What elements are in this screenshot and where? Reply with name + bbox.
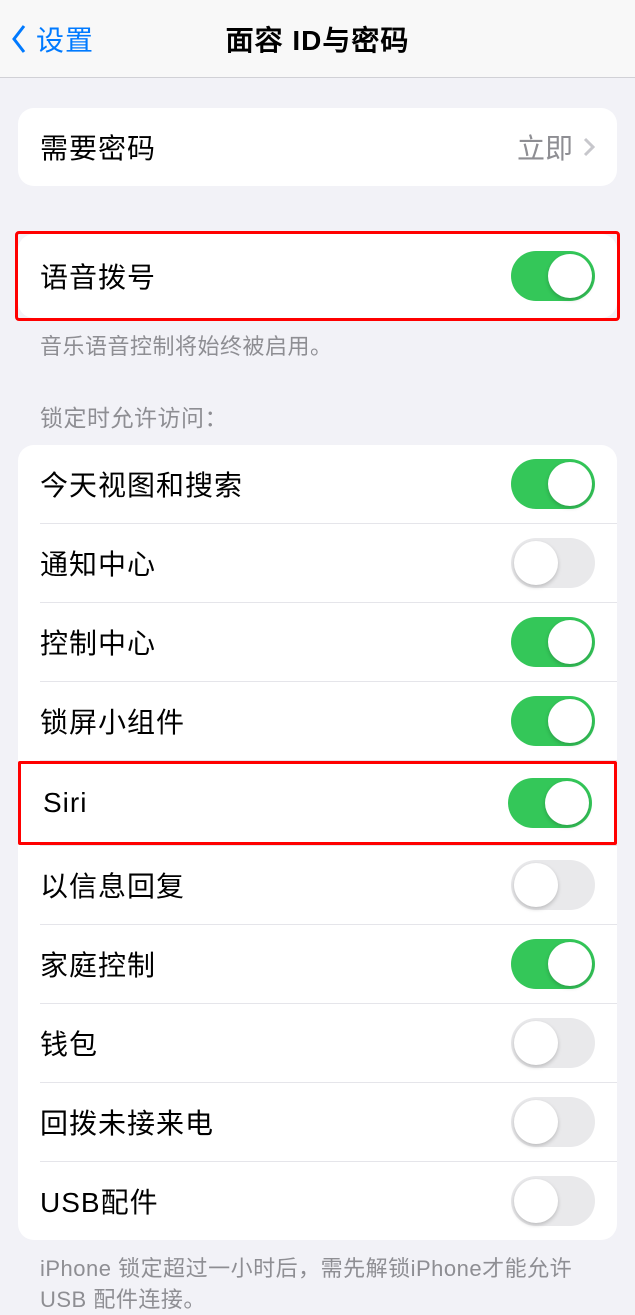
toggle-knob [548,942,592,986]
lock-access-row: 控制中心 [18,603,617,681]
toggle-knob [545,781,589,825]
voice-dial-toggle[interactable] [511,251,595,301]
voice-dial-row: 语音拨号 [18,234,617,318]
lock-access-row: 家庭控制 [18,925,617,1003]
lock-access-row: 回拨未接来电 [18,1083,617,1161]
toggle-knob [548,620,592,664]
lock-access-row: USB配件 [18,1162,617,1240]
lock-access-label: Siri [43,787,87,819]
require-passcode-group: 需要密码 立即 [18,108,617,186]
require-passcode-label: 需要密码 [40,127,156,167]
lock-access-toggle[interactable] [511,1097,595,1147]
lock-access-row: 通知中心 [18,524,617,602]
toggle-knob [514,541,558,585]
lock-access-toggle[interactable] [511,1176,595,1226]
lock-access-label: 回拨未接来电 [40,1102,214,1142]
toggle-knob [514,1021,558,1065]
lock-access-label: USB配件 [40,1181,159,1221]
lock-access-row: 以信息回复 [18,846,617,924]
toggle-knob [514,1179,558,1223]
require-passcode-row[interactable]: 需要密码 立即 [18,108,617,186]
chevron-left-icon [10,24,28,54]
toggle-knob [514,863,558,907]
lock-access-toggle[interactable] [511,617,595,667]
lock-access-toggle[interactable] [511,1018,595,1068]
lock-access-row: 锁屏小组件 [18,682,617,760]
siri-highlight: Siri [18,761,617,845]
lock-access-toggle[interactable] [511,696,595,746]
lock-access-label: 通知中心 [40,543,156,583]
lock-access-toggle[interactable] [508,778,592,828]
back-button[interactable]: 设置 [0,19,94,59]
lock-access-row: Siri [21,764,614,842]
lock-access-label: 家庭控制 [40,944,156,984]
lock-access-toggle[interactable] [511,459,595,509]
lock-access-toggle[interactable] [511,860,595,910]
lock-access-label: 控制中心 [40,622,156,662]
voice-dial-footer: 音乐语音控制将始终被启用。 [18,318,617,363]
lock-access-label: 今天视图和搜索 [40,464,243,504]
toggle-knob [548,254,592,298]
lock-access-label: 锁屏小组件 [40,701,185,741]
require-passcode-value: 立即 [517,127,573,167]
lock-access-label: 以信息回复 [40,865,185,905]
voice-dial-highlight: 语音拨号 [15,231,620,321]
lock-access-toggle[interactable] [511,939,595,989]
toggle-knob [548,462,592,506]
back-label: 设置 [36,19,94,59]
toggle-knob [514,1100,558,1144]
navbar: 设置 面容 ID与密码 [0,0,635,78]
lock-access-row: 钱包 [18,1004,617,1082]
page-title: 面容 ID与密码 [0,19,635,59]
lock-access-toggle[interactable] [511,538,595,588]
lock-section-header: 锁定时允许访问： [18,399,617,445]
lock-section-footer: iPhone 锁定超过一小时后，需先解锁iPhone才能允许USB 配件连接。 [18,1240,617,1315]
toggle-knob [548,699,592,743]
voice-dial-label: 语音拨号 [40,256,156,296]
lock-access-row: 今天视图和搜索 [18,445,617,523]
lock-access-label: 钱包 [40,1023,98,1063]
chevron-right-icon [583,137,595,157]
lock-access-group: 今天视图和搜索通知中心控制中心锁屏小组件 Siri 以信息回复家庭控制钱包回拨未接来… [18,445,617,1240]
